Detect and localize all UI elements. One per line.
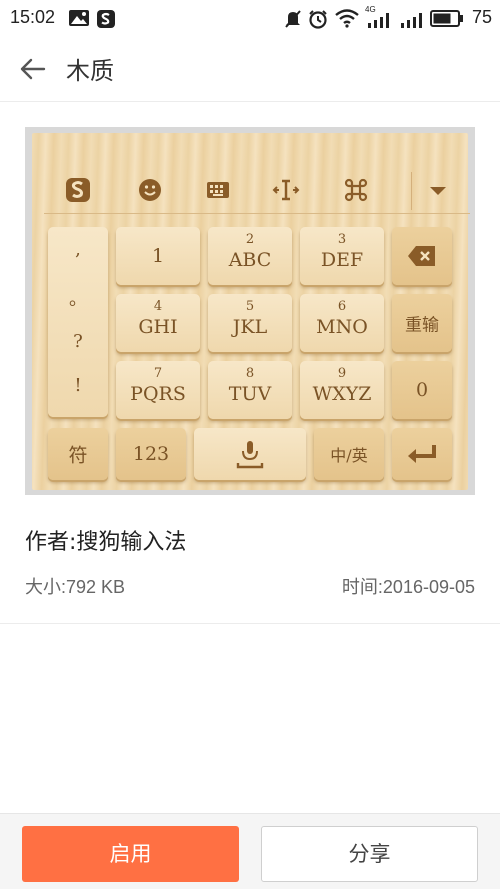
lang-switch-key: 中/英	[314, 428, 384, 480]
symbol-key: 符	[48, 428, 108, 480]
skin-preview: , 。 ? ! 1 2 ABC 3 DEF 4 GHI 5 JKL 6 MNO …	[25, 127, 475, 495]
enter-key	[392, 428, 452, 480]
action-bar: 启用 分享	[0, 813, 500, 889]
key-1: 1	[116, 227, 200, 285]
mute-icon	[285, 10, 301, 28]
key-2: 2 ABC	[208, 227, 292, 285]
share-button[interactable]: 分享	[261, 826, 478, 882]
wifi-icon	[335, 9, 359, 28]
enable-button[interactable]: 启用	[22, 826, 239, 882]
voice-key	[194, 428, 306, 480]
keyboard-preview: , 。 ? ! 1 2 ABC 3 DEF 4 GHI 5 JKL 6 MNO …	[32, 133, 470, 490]
signal-icon-1	[368, 13, 389, 28]
alarm-icon	[309, 10, 327, 29]
backspace-icon	[408, 246, 435, 266]
enter-icon	[408, 445, 436, 463]
key-9: 9 WXYZ	[300, 361, 384, 419]
date-text: 时间:2016-09-05	[341, 577, 475, 597]
backspace-key	[392, 227, 452, 285]
status-time: 15:02	[10, 7, 56, 27]
battery-percent: 75	[471, 7, 492, 27]
key-5: 5 JKL	[208, 294, 292, 352]
reinput-key: 重输	[392, 294, 452, 352]
gallery-notification-icon	[69, 10, 89, 26]
numeric-key: 123	[116, 428, 186, 480]
sogou-notification-icon	[97, 10, 115, 28]
author-text: 作者:搜狗输入法	[25, 530, 187, 555]
size-text: 大小:792 KB	[25, 577, 126, 597]
sogou-logo-icon	[66, 178, 90, 202]
back-button[interactable]	[14, 50, 52, 88]
emoji-icon	[139, 179, 161, 201]
key-3: 3 DEF	[300, 227, 384, 285]
signal-icon-2	[401, 13, 422, 28]
status-bar: 15:02 4G 75	[0, 0, 500, 36]
collapse-arrow-icon	[430, 187, 446, 195]
microphone-icon	[236, 441, 264, 469]
title-bar: 木质	[0, 36, 500, 102]
battery-icon	[430, 10, 463, 27]
cursor-move-icon	[272, 179, 300, 201]
command-icon	[344, 178, 368, 202]
section-divider	[0, 623, 500, 624]
keyboard-icon	[207, 182, 229, 198]
page-title: 木质	[66, 57, 114, 85]
key-6: 6 MNO	[300, 294, 384, 352]
arrow-left-icon	[20, 58, 46, 80]
key-8: 8 TUV	[208, 361, 292, 419]
key-7: 7 PQRS	[116, 361, 200, 419]
keyboard-toolbar	[44, 166, 470, 214]
punctuation-key: , 。 ? !	[48, 227, 108, 417]
toolbar-divider	[411, 172, 412, 210]
key-4: 4 GHI	[116, 294, 200, 352]
zero-key: 0	[392, 361, 452, 419]
